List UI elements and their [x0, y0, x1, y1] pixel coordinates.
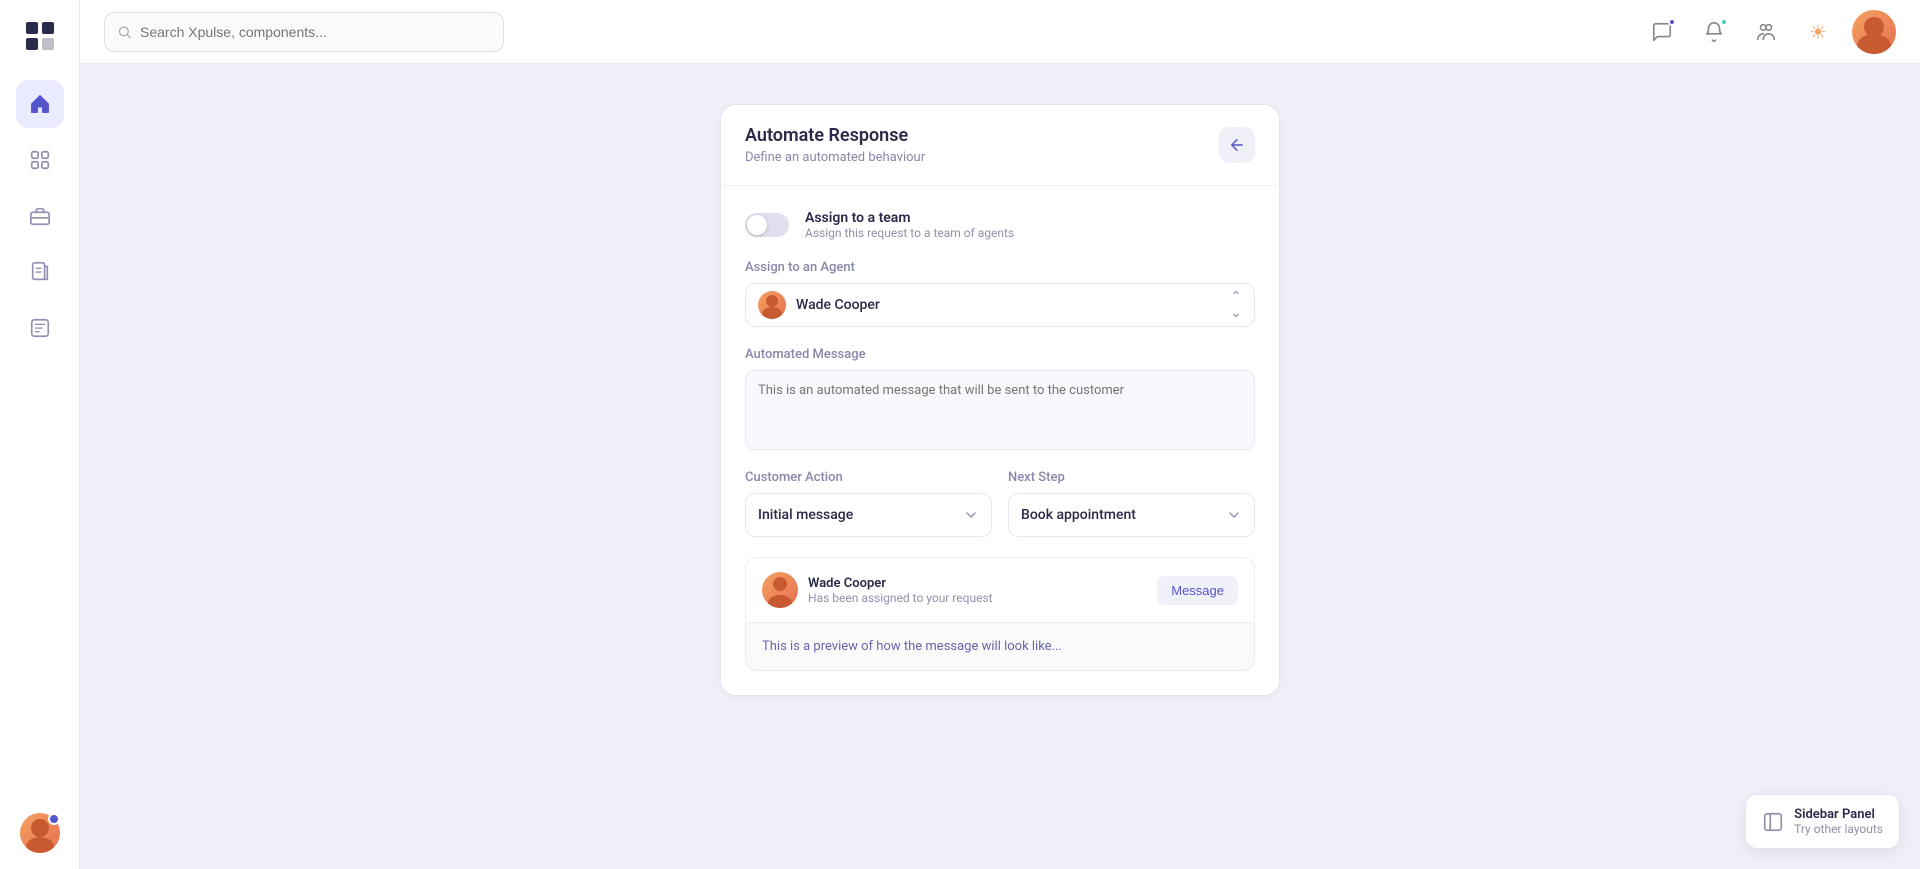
- message-button[interactable]: Message: [1157, 576, 1238, 605]
- sidebar-panel-title: Sidebar Panel: [1794, 807, 1883, 822]
- select-inner: Wade Cooper: [758, 291, 880, 319]
- theme-sun-icon[interactable]: ☀: [1800, 14, 1836, 50]
- customer-action-inner: Initial message: [758, 507, 853, 523]
- card-header: Automate Response Define an automated be…: [721, 105, 1279, 186]
- customer-action-field: Customer Action Initial message: [745, 470, 992, 537]
- next-step-inner: Book appointment: [1021, 507, 1136, 523]
- next-step-value: Book appointment: [1021, 507, 1136, 523]
- preview-card: Wade Cooper Has been assigned to your re…: [745, 557, 1255, 671]
- preview-agent-details: Wade Cooper Has been assigned to your re…: [808, 576, 993, 605]
- app-logo[interactable]: [20, 16, 60, 56]
- search-icon: [117, 24, 132, 40]
- card-header-text: Automate Response Define an automated be…: [745, 125, 925, 165]
- back-button[interactable]: [1219, 127, 1255, 163]
- sidebar-panel-text: Sidebar Panel Try other layouts: [1794, 807, 1883, 836]
- next-step-select[interactable]: Book appointment: [1008, 493, 1255, 537]
- sidebar-item-notes[interactable]: [16, 304, 64, 352]
- assign-team-toggle[interactable]: [745, 213, 789, 237]
- chat-icon-btn[interactable]: [1644, 14, 1680, 50]
- search-input[interactable]: [140, 24, 491, 40]
- sidebar-item-briefcase[interactable]: [16, 192, 64, 240]
- preview-agent-info: Wade Cooper Has been assigned to your re…: [762, 572, 993, 608]
- assign-agent-field: Assign to an Agent Wade Cooper ⌃⌄: [745, 260, 1255, 327]
- card-subtitle: Define an automated behaviour: [745, 150, 925, 165]
- automate-response-card: Automate Response Define an automated be…: [720, 104, 1280, 696]
- preview-header: Wade Cooper Has been assigned to your re…: [746, 558, 1254, 623]
- assign-agent-label: Assign to an Agent: [745, 260, 1255, 275]
- automated-message-label: Automated Message: [745, 347, 1255, 362]
- sidebar-panel-icon: [1762, 811, 1784, 833]
- header: ☀: [80, 0, 1920, 64]
- toggle-info: Assign to a team Assign this request to …: [805, 210, 1014, 240]
- chevron-down-icon: [963, 507, 979, 523]
- card-title: Automate Response: [745, 125, 925, 146]
- group-icon-btn[interactable]: [1748, 14, 1784, 50]
- sidebar-bottom: [20, 813, 60, 853]
- user-avatar-sidebar[interactable]: [20, 813, 60, 853]
- agent-avatar-select: [758, 291, 786, 319]
- preview-agent-status: Has been assigned to your request: [808, 591, 993, 605]
- automated-message-textarea[interactable]: [745, 370, 1255, 450]
- sidebar-item-document[interactable]: [16, 248, 64, 296]
- automated-message-field: Automated Message: [745, 347, 1255, 450]
- agent-name: Wade Cooper: [796, 297, 880, 313]
- sidebar: [0, 0, 80, 869]
- preview-agent-avatar: [762, 572, 798, 608]
- assign-team-row: Assign to a team Assign this request to …: [745, 210, 1255, 240]
- main-content: Automate Response Define an automated be…: [80, 64, 1920, 869]
- customer-action-label: Customer Action: [745, 470, 992, 485]
- sidebar-panel-subtitle: Try other layouts: [1794, 822, 1883, 836]
- toggle-label: Assign to a team: [805, 210, 1014, 226]
- preview-agent-name: Wade Cooper: [808, 576, 993, 591]
- action-step-row: Customer Action Initial message Next Ste…: [745, 470, 1255, 537]
- sidebar-panel-hint[interactable]: Sidebar Panel Try other layouts: [1745, 794, 1900, 849]
- search-box[interactable]: [104, 12, 504, 52]
- preview-body: This is a preview of how the message wil…: [746, 623, 1254, 670]
- sidebar-item-grid[interactable]: [16, 136, 64, 184]
- main-area: ☀ Automate Response Define an automated …: [80, 0, 1920, 869]
- assign-agent-select[interactable]: Wade Cooper ⌃⌄: [745, 283, 1255, 327]
- toggle-description: Assign this request to a team of agents: [805, 226, 1014, 240]
- header-right: ☀: [1644, 10, 1896, 54]
- customer-action-value: Initial message: [758, 507, 853, 523]
- sidebar-item-dashboard[interactable]: [16, 80, 64, 128]
- bell-icon-btn[interactable]: [1696, 14, 1732, 50]
- customer-action-select[interactable]: Initial message: [745, 493, 992, 537]
- chevron-up-down-icon: ⌃⌄: [1230, 289, 1242, 321]
- user-avatar-header[interactable]: [1852, 10, 1896, 54]
- next-step-field: Next Step Book appointment: [1008, 470, 1255, 537]
- chevron-down-icon-2: [1226, 507, 1242, 523]
- preview-text: This is a preview of how the message wil…: [762, 639, 1238, 654]
- card-body: Assign to a team Assign this request to …: [721, 186, 1279, 695]
- next-step-label: Next Step: [1008, 470, 1255, 485]
